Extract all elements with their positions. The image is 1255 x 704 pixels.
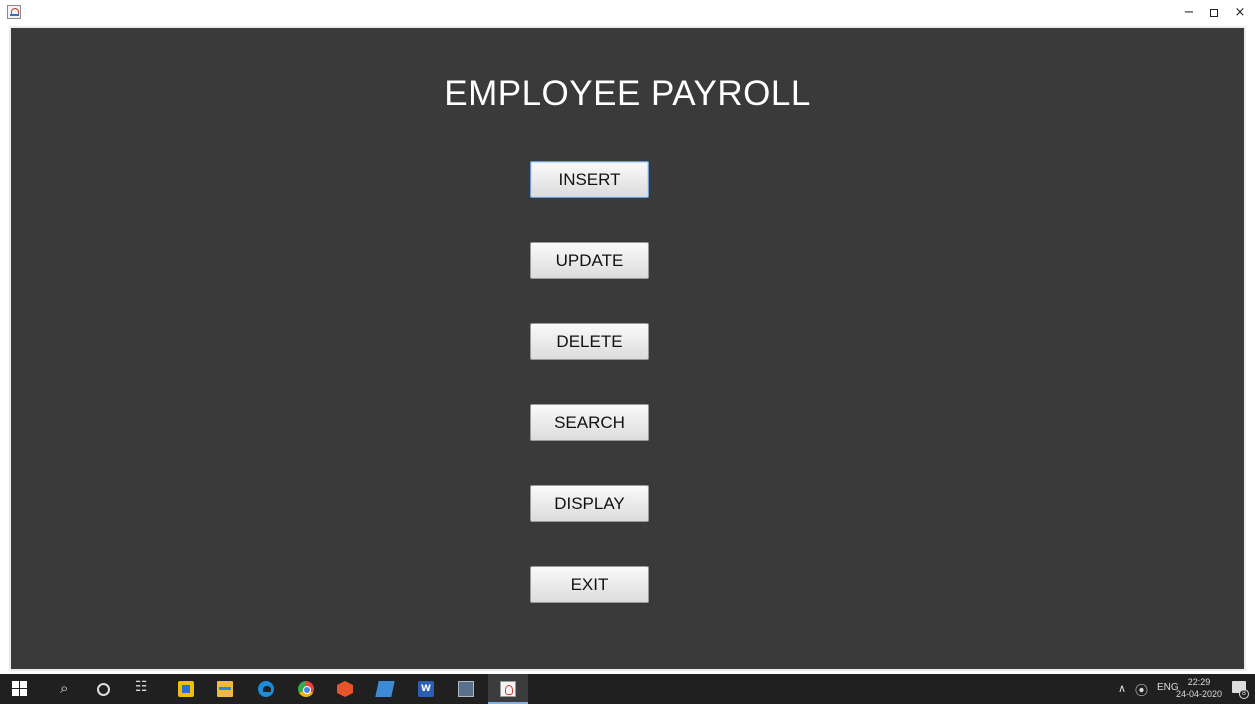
cortana-icon[interactable]: [97, 683, 110, 696]
clock-time[interactable]: 22:29: [1181, 677, 1217, 687]
notes-icon[interactable]: [375, 681, 395, 697]
notification-badge: 8: [1239, 689, 1249, 699]
windows-start-icon[interactable]: [12, 681, 28, 697]
clock-date[interactable]: 24-04-2020: [1172, 689, 1226, 699]
minimize-button[interactable]: −: [1177, 4, 1201, 22]
app-icon[interactable]: [337, 681, 353, 697]
word-icon[interactable]: W: [418, 681, 434, 697]
close-button[interactable]: ×: [1228, 4, 1252, 22]
insert-button[interactable]: INSERT: [530, 161, 649, 198]
page-title: EMPLOYEE PAYROLL: [444, 74, 811, 113]
chrome-icon[interactable]: [298, 681, 314, 697]
update-button[interactable]: UPDATE: [530, 242, 649, 279]
file-explorer-icon[interactable]: [217, 681, 233, 697]
store-icon[interactable]: [178, 681, 194, 697]
exit-button[interactable]: EXIT: [530, 566, 649, 603]
search-button[interactable]: SEARCH: [530, 404, 649, 441]
monitor-icon[interactable]: [458, 681, 474, 697]
edge-icon[interactable]: [258, 681, 274, 697]
search-icon[interactable]: ⌕: [60, 679, 76, 697]
taskbar: ⌕ ☷ W ∧ ⦿ ENG 22:29 24-04-2020 8: [0, 674, 1255, 704]
delete-button[interactable]: DELETE: [530, 323, 649, 360]
chevron-up-icon[interactable]: ∧: [1118, 682, 1126, 695]
display-button[interactable]: DISPLAY: [530, 485, 649, 522]
java-app-icon[interactable]: [7, 5, 21, 19]
maximize-button[interactable]: [1202, 4, 1226, 22]
main-panel: EMPLOYEE PAYROLL INSERT UPDATE DELETE SE…: [11, 28, 1244, 669]
java-app-icon[interactable]: [500, 681, 516, 697]
window-title-bar: − ×: [0, 0, 1255, 26]
task-view-icon[interactable]: ☷: [135, 679, 151, 695]
wifi-icon[interactable]: ⦿: [1135, 680, 1148, 699]
maximize-icon: [1210, 8, 1218, 17]
